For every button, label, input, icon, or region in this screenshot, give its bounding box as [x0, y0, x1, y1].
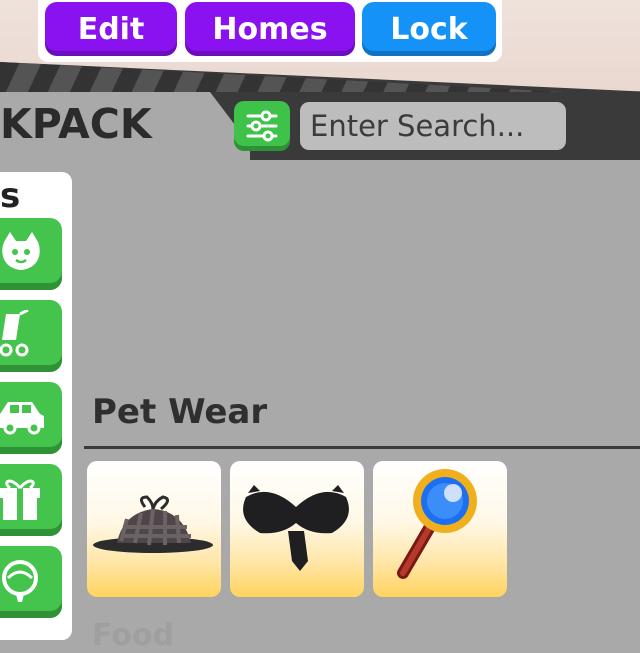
vehicles-icon — [0, 402, 44, 435]
search-input[interactable] — [300, 102, 566, 150]
category-vehicles-button[interactable] — [0, 382, 62, 454]
lock-button[interactable]: Lock — [362, 2, 496, 56]
item-card[interactable] — [373, 461, 507, 597]
pets-icon — [2, 232, 40, 270]
category-toys-button[interactable] — [0, 546, 62, 618]
category-gifts-button[interactable] — [0, 464, 62, 536]
section-divider — [84, 446, 640, 449]
backpack-title: KPACK — [0, 100, 152, 148]
toys-icon — [2, 560, 38, 602]
section-title-pet-wear: Pet Wear — [92, 392, 268, 432]
category-strollers-button[interactable] — [0, 300, 62, 372]
filter-button[interactable] — [234, 101, 290, 151]
mustache-icon — [243, 485, 349, 571]
item-card[interactable] — [87, 461, 221, 597]
strollers-icon — [0, 310, 29, 357]
edit-button[interactable]: Edit — [45, 2, 177, 56]
sidebar-heading: s — [0, 176, 21, 216]
category-pets-button[interactable] — [0, 218, 62, 290]
magnifying-glass-icon — [397, 469, 477, 579]
filter-icon — [246, 110, 278, 142]
homes-button[interactable]: Homes — [185, 2, 355, 56]
gifts-icon — [0, 479, 40, 520]
item-card[interactable] — [230, 461, 364, 597]
section-title-food: Food — [92, 618, 174, 653]
detective-hat-icon — [93, 495, 213, 553]
